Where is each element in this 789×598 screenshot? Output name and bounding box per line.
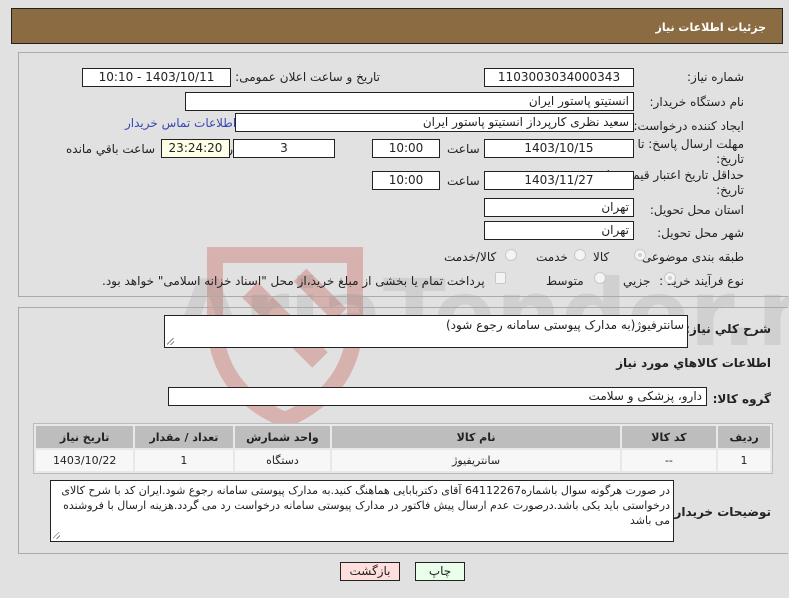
cell-quantity: 1 <box>135 450 233 471</box>
goods-group-label: گروه کالا: <box>712 392 771 406</box>
price-validity-label-2: تاریخ: <box>716 183 744 197</box>
price-validity-date: 1403/11/27 <box>484 171 634 190</box>
treasury-checkbox-label: پرداخت تمام یا بخشی از مبلغ خرید،از محل … <box>102 274 485 288</box>
cell-unit: دستگاه <box>234 450 331 471</box>
table-header-row: ردیف کد کالا نام کالا واحد شمارش تعداد /… <box>36 426 770 448</box>
page-header: جزئیات اطلاعات نیاز <box>11 8 783 44</box>
print-button[interactable]: چاپ <box>415 562 465 581</box>
need-number-field: 1103003034000343 <box>484 68 634 87</box>
general-desc-field[interactable]: سانترفیوژ(به مدارک پیوستی سامانه رجوع شو… <box>164 315 688 348</box>
category-option-goods: کالا <box>593 250 610 264</box>
category-radio-both[interactable] <box>505 249 517 261</box>
delivery-city-field: تهران <box>484 221 634 240</box>
reply-deadline-label: مهلت ارسال پاسخ: تا <box>637 137 744 151</box>
buyer-notes-field[interactable]: در صورت هرگونه سوال باشماره64112267 آقای… <box>50 480 674 542</box>
buyer-org-field: انستیتو پاستور ایران <box>185 92 634 111</box>
items-section-title: اطلاعات كالاهاي مورد نياز <box>616 356 771 370</box>
price-time-label: ساعت <box>447 174 480 188</box>
cell-goods-code: -- <box>621 450 717 471</box>
col-goods-name: نام کالا <box>332 426 620 448</box>
treasury-checkbox[interactable] <box>495 272 506 284</box>
reply-time-label: ساعت <box>447 142 480 156</box>
delivery-province-field: تهران <box>484 198 634 217</box>
creator-label: ایجاد کننده درخواست: <box>633 119 744 133</box>
page-title: جزئیات اطلاعات نیاز <box>655 21 767 34</box>
general-desc-label: شرح كلي نياز: <box>685 322 771 336</box>
buyer-notes-label: توضیحات خریدار: <box>669 505 771 519</box>
delivery-province-label: استان محل تحویل: <box>649 203 744 217</box>
reply-deadline-date: 1403/10/15 <box>484 139 634 158</box>
reply-deadline-label-2: تاریخ: <box>716 152 744 166</box>
table-row: 1 -- سانتریفیوژ دستگاه 1 1403/10/22 <box>36 450 770 471</box>
need-number-label: شماره نیاز: <box>687 70 744 84</box>
col-goods-code: کد کالا <box>621 426 717 448</box>
announce-datetime-label: تاریخ و ساعت اعلان عمومی: <box>235 70 380 84</box>
cell-row-number: 1 <box>718 450 770 471</box>
col-unit: واحد شمارش <box>234 426 331 448</box>
buyer-notes-text: در صورت هرگونه سوال باشماره64112267 آقای… <box>61 484 670 527</box>
cell-goods-name: سانتریفیوژ <box>332 450 620 471</box>
time-remaining-label: ساعت باقي مانده <box>66 142 156 156</box>
col-row-number: ردیف <box>718 426 770 448</box>
buyer-contact-link[interactable]: اطلاعات تماس خریدار <box>125 116 236 130</box>
general-desc-text: سانترفیوژ(به مدارک پیوستی سامانه رجوع شو… <box>445 318 684 332</box>
category-option-both: کالا/خدمت <box>444 250 497 264</box>
col-quantity: تعداد / مقدار <box>135 426 233 448</box>
cell-need-date: 1403/10/22 <box>36 450 134 471</box>
col-need-date: تاریخ نیاز <box>36 426 134 448</box>
resize-grip-icon[interactable] <box>167 338 174 345</box>
creator-field: سعید نظری کارپرداز انستیتو پاستور ایران <box>235 113 634 132</box>
days-remaining-field: 3 <box>233 139 335 158</box>
buyer-org-label: نام دستگاه خریدار: <box>649 95 745 109</box>
category-option-service: خدمت <box>536 250 568 264</box>
announce-datetime-field: 1403/10/11 - 10:10 <box>82 68 231 87</box>
category-radio-goods[interactable] <box>634 249 646 261</box>
category-label: طبقه بندی موضوعی: <box>637 250 744 264</box>
purchase-radio-minor[interactable] <box>664 272 676 284</box>
purchase-radio-medium[interactable] <box>594 272 606 284</box>
goods-group-field: دارو، پزشکی و سلامت <box>168 387 707 406</box>
items-table: ردیف کد کالا نام کالا واحد شمارش تعداد /… <box>33 423 773 474</box>
price-validity-time: 10:00 <box>372 171 440 190</box>
purchase-option-medium: متوسط <box>546 274 584 288</box>
time-remaining-field: 23:24:20 <box>161 139 230 158</box>
delivery-city-label: شهر محل تحویل: <box>657 226 744 240</box>
purchase-option-minor: جزیي <box>623 274 651 288</box>
resize-grip-icon[interactable] <box>53 532 60 539</box>
back-button[interactable]: بازگشت <box>340 562 400 581</box>
reply-deadline-time: 10:00 <box>372 139 440 158</box>
category-radio-service[interactable] <box>574 249 586 261</box>
